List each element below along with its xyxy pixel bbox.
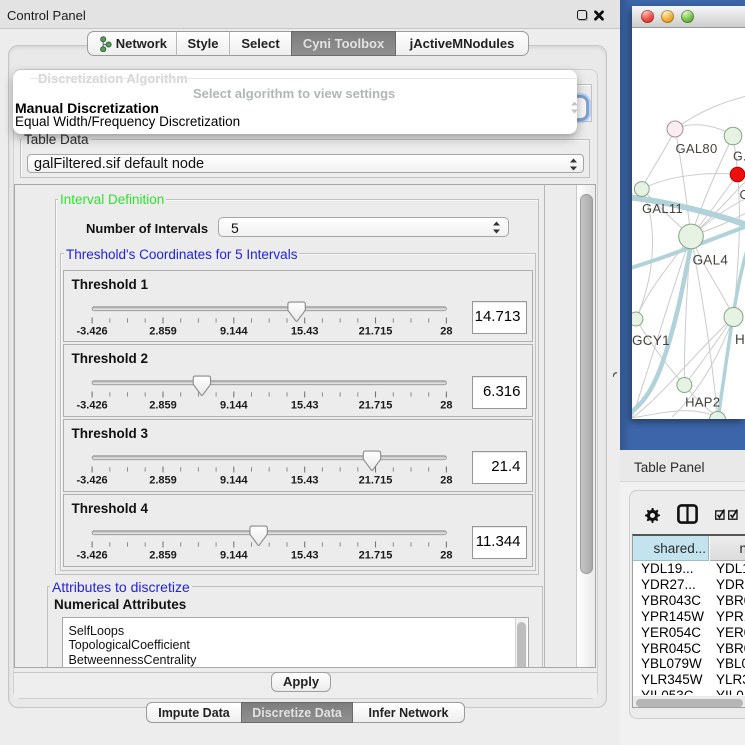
svg-text:15.43: 15.43 xyxy=(290,475,318,487)
svg-text:-3.426: -3.426 xyxy=(76,550,107,562)
svg-text:GAL80: GAL80 xyxy=(676,141,718,156)
svg-text:2.859: 2.859 xyxy=(149,475,177,487)
svg-text:21.715: 21.715 xyxy=(358,550,392,562)
svg-text:28: 28 xyxy=(440,475,452,487)
svg-text:-3.426: -3.426 xyxy=(76,325,107,337)
svg-text:-3.426: -3.426 xyxy=(76,475,107,487)
svg-text:HAP2: HAP2 xyxy=(685,395,720,410)
svg-text:9.144: 9.144 xyxy=(220,400,248,412)
svg-text:2.859: 2.859 xyxy=(149,400,177,412)
svg-text:GCY1: GCY1 xyxy=(632,333,670,348)
svg-text:2.859: 2.859 xyxy=(149,325,177,337)
svg-text:GAL11: GAL11 xyxy=(642,201,683,216)
svg-text:G.: G. xyxy=(733,150,745,164)
svg-text:H: H xyxy=(735,332,745,347)
svg-text:9.144: 9.144 xyxy=(220,475,248,487)
svg-text:15.43: 15.43 xyxy=(290,550,318,562)
svg-text:9.144: 9.144 xyxy=(220,325,248,337)
svg-text:28: 28 xyxy=(440,400,452,412)
svg-text:-3.426: -3.426 xyxy=(76,400,107,412)
svg-text:15.43: 15.43 xyxy=(290,400,318,412)
svg-text:GAL4: GAL4 xyxy=(693,253,729,268)
svg-text:21.715: 21.715 xyxy=(358,475,392,487)
svg-text:28: 28 xyxy=(440,550,452,562)
svg-text:21.715: 21.715 xyxy=(358,400,392,412)
svg-text:28: 28 xyxy=(440,325,452,337)
svg-text:15.43: 15.43 xyxy=(290,325,318,337)
svg-text:C: C xyxy=(740,188,745,202)
svg-text:21.715: 21.715 xyxy=(358,325,392,337)
svg-text:9.144: 9.144 xyxy=(220,550,248,562)
svg-text:2.859: 2.859 xyxy=(149,550,177,562)
